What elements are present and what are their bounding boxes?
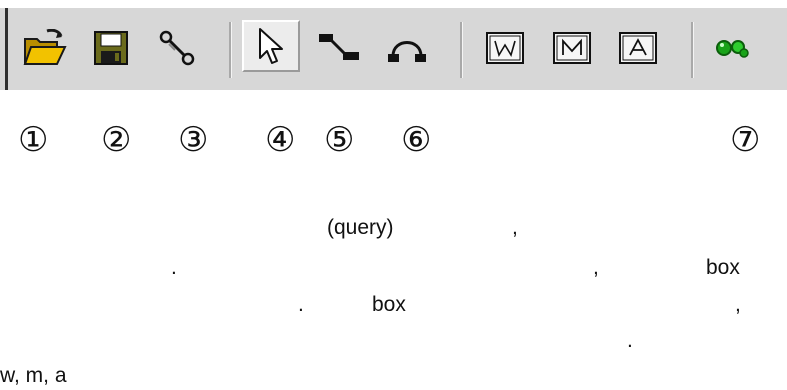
save-button[interactable]: [86, 24, 136, 72]
run-button[interactable]: [707, 24, 757, 72]
text-period: .: [627, 329, 633, 352]
a-box-icon: [618, 31, 658, 65]
text-comma: ,: [512, 216, 518, 239]
select-button[interactable]: [242, 20, 300, 72]
link-connector-icon: [317, 30, 363, 66]
w-button[interactable]: [480, 24, 530, 72]
marker-5: ⑤: [324, 120, 355, 160]
w-box-icon: [485, 31, 525, 65]
text-box: box: [372, 293, 406, 316]
marker-4: ④: [265, 120, 296, 160]
text-comma: ,: [593, 256, 599, 279]
text-period: .: [298, 293, 304, 316]
text-wma: w, m, a: [0, 364, 67, 387]
text-box: box: [706, 256, 740, 279]
open-button[interactable]: [20, 24, 70, 72]
green-go-icon: [714, 34, 750, 62]
toolbar-separator: [460, 22, 463, 78]
mouse-pointer-icon: [256, 26, 286, 66]
toolbar-handle: [5, 8, 8, 90]
marker-1: ①: [18, 120, 49, 160]
marker-6: ⑥: [401, 120, 432, 160]
m-button[interactable]: [547, 24, 597, 72]
link-button[interactable]: [315, 24, 365, 72]
arc-connector-icon: [384, 30, 430, 66]
open-folder-icon: [23, 29, 67, 67]
text-query: (query): [327, 216, 394, 239]
settings-button[interactable]: [152, 24, 202, 72]
toolbar-separator: [229, 22, 232, 78]
m-box-icon: [552, 31, 592, 65]
arc-button[interactable]: [382, 24, 432, 72]
toolbar: [0, 8, 787, 90]
floppy-disk-icon: [93, 30, 129, 66]
marker-2: ②: [101, 120, 132, 160]
scissors-icon: [155, 28, 199, 68]
a-button[interactable]: [613, 24, 663, 72]
marker-7: ⑦: [730, 120, 761, 160]
toolbar-separator: [691, 22, 694, 78]
text-comma: ,: [735, 293, 741, 316]
text-period: .: [171, 256, 177, 279]
marker-3: ③: [178, 120, 209, 160]
